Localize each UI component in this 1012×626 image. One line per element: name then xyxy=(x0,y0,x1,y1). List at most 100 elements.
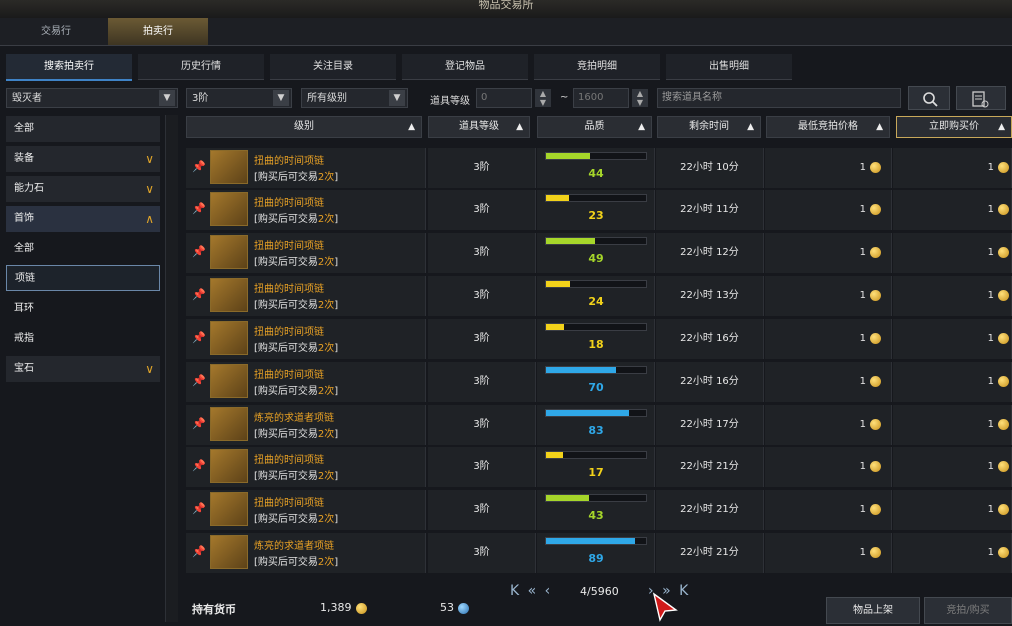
tab-sale-details[interactable]: 出售明细 xyxy=(666,54,792,80)
pin-icon[interactable]: 📌 xyxy=(192,331,206,344)
tab-register-item[interactable]: 登记物品 xyxy=(402,54,528,80)
pin-icon[interactable]: 📌 xyxy=(192,160,206,173)
quality-cell: 18 xyxy=(537,319,655,359)
tab-auction[interactable]: 拍卖行 xyxy=(108,18,208,45)
pin-icon[interactable]: 📌 xyxy=(192,459,206,472)
sidebar-subitem-necklace[interactable]: 项链 xyxy=(6,265,160,291)
prev-fast-button[interactable]: « xyxy=(528,583,539,599)
header-remaining-time[interactable]: 剩余时间 ▲ xyxy=(657,116,761,138)
quality-bar-fill xyxy=(546,410,629,416)
grade-select[interactable]: 所有级别 ▼ xyxy=(301,88,408,108)
currency-label: 持有货币 xyxy=(192,603,236,616)
item-name-cell: 📌 扭曲的时间项链 [购买后可交易2次] xyxy=(186,148,426,188)
sidebar-item-all[interactable]: 全部 xyxy=(6,116,160,142)
min-bid-price: 1 xyxy=(765,447,891,487)
necklace-icon xyxy=(210,492,248,526)
table-row[interactable]: 📌 扭曲的时间项链 [购买后可交易2次] 3阶 43 22小时 21分 1 1 xyxy=(186,490,1012,530)
item-level-max-input[interactable]: 1600 xyxy=(573,88,629,108)
sidebar-item-label: 戒指 xyxy=(14,333,34,344)
table-row[interactable]: 📌 炼亮的求道者项链 [购买后可交易2次] 3阶 83 22小时 17分 1 1 xyxy=(186,405,1012,445)
min-bid-cell: 1 xyxy=(765,490,892,530)
item-level-min-input[interactable]: 0 xyxy=(476,88,532,108)
header-item-level[interactable]: 道具等级 ▲ xyxy=(428,116,530,138)
first-page-button[interactable]: K xyxy=(510,583,521,599)
min-bid-value: 1 xyxy=(859,247,866,258)
min-bid-price: 1 xyxy=(765,405,891,445)
min-bid-cell: 1 xyxy=(765,276,892,316)
table-row[interactable]: 📌 扭曲的时间项链 [购买后可交易2次] 3阶 17 22小时 21分 1 1 xyxy=(186,447,1012,487)
header-buy-now-price[interactable]: 立即购买价 ▲ xyxy=(896,116,1012,138)
tab-bid-details[interactable]: 竞拍明细 xyxy=(534,54,660,80)
tab-price-history[interactable]: 历史行情 xyxy=(138,54,264,80)
sidebar-subitem-earring[interactable]: 耳环 xyxy=(6,296,160,322)
table-row[interactable]: 📌 炼亮的求道者项链 [购买后可交易2次] 3阶 89 22小时 21分 1 1 xyxy=(186,533,1012,573)
sidebar-subitem-ring[interactable]: 戒指 xyxy=(6,326,160,352)
sidebar-subitem-all[interactable]: 全部 xyxy=(6,236,160,262)
tab-exchange[interactable]: 交易行 xyxy=(6,18,106,45)
buy-now-price: 1 xyxy=(893,447,1011,487)
item-level-max-stepper[interactable]: ▲ ▼ xyxy=(632,89,648,107)
item-name-cell: 📌 扭曲的时间项链 [购买后可交易2次] xyxy=(186,319,426,359)
min-bid-cell: 1 xyxy=(765,447,892,487)
gold-coin-icon xyxy=(998,460,1009,472)
necklace-icon xyxy=(210,449,248,483)
bid-buy-button[interactable]: 竞拍/购买 xyxy=(924,597,1012,624)
buy-now-value: 1 xyxy=(987,333,994,344)
pin-icon[interactable]: 📌 xyxy=(192,202,206,215)
search-button[interactable] xyxy=(908,86,950,110)
item-name: 炼亮的求道者项链 xyxy=(254,413,334,424)
quality-bar xyxy=(545,537,647,545)
item-level-min-stepper[interactable]: ▲ ▼ xyxy=(535,89,551,107)
sort-asc-icon: ▲ xyxy=(747,122,754,132)
tab-search-auction[interactable]: 搜索拍卖行 xyxy=(6,54,132,81)
class-select[interactable]: 毁灭者 ▼ xyxy=(6,88,178,108)
tier-select[interactable]: 3阶 ▼ xyxy=(186,88,292,108)
trade-limit-text: [购买后可交易 xyxy=(254,172,318,183)
trade-limit-note: [购买后可交易2次] xyxy=(254,210,338,225)
table-row[interactable]: 📌 扭曲的时间项链 [购买后可交易2次] 3阶 44 22小时 10分 1 1 xyxy=(186,148,1012,188)
sidebar-item-equipment[interactable]: 装备 ∨ xyxy=(6,146,160,172)
header-quality[interactable]: 品质 ▲ xyxy=(537,116,652,138)
pin-icon[interactable]: 📌 xyxy=(192,245,206,258)
header-min-bid[interactable]: 最低竞拍价格 ▲ xyxy=(766,116,890,138)
remaining-time-cell: 22小时 12分 xyxy=(656,233,764,273)
tab-watchlist[interactable]: 关注目录 xyxy=(270,54,396,80)
gold-coin-icon xyxy=(998,289,1009,301)
pin-icon[interactable]: 📌 xyxy=(192,288,206,301)
sidebar-item-gem[interactable]: 宝石 ∨ xyxy=(6,356,160,382)
quality-cell: 89 xyxy=(537,533,655,573)
item-level-cell: 3阶 xyxy=(428,533,536,573)
prev-page-button[interactable]: ‹ xyxy=(545,583,553,599)
header-label: 最低竞拍价格 xyxy=(798,121,858,132)
window-title: 物品交易所 xyxy=(478,0,534,11)
buy-now-cell: 1 xyxy=(893,276,1012,316)
min-bid-cell: 1 xyxy=(765,190,892,230)
table-row[interactable]: 📌 扭曲的时间项链 [购买后可交易2次] 3阶 70 22小时 16分 1 1 xyxy=(186,362,1012,402)
remaining-time-cell: 22小时 21分 xyxy=(656,533,764,573)
table-row[interactable]: 📌 扭曲的时间项链 [购买后可交易2次] 3阶 23 22小时 11分 1 1 xyxy=(186,190,1012,230)
item-tier: 3阶 xyxy=(473,461,490,472)
buy-now-price: 1 xyxy=(893,362,1011,402)
trade-limit-bracket: ] xyxy=(334,343,339,354)
list-item-button[interactable]: 物品上架 xyxy=(826,597,920,624)
class-select-value: 毁灭者 xyxy=(12,93,42,104)
table-row[interactable]: 📌 扭曲的时间项链 [购买后可交易2次] 3阶 49 22小时 12分 1 1 xyxy=(186,233,1012,273)
item-name-cell: 📌 扭曲的时间项链 [购买后可交易2次] xyxy=(186,276,426,316)
search-input[interactable]: 搜索道具名称 xyxy=(657,88,901,108)
pin-icon[interactable]: 📌 xyxy=(192,545,206,558)
min-bid-cell: 1 xyxy=(765,533,892,573)
quality-bar xyxy=(545,366,647,374)
sidebar-item-accessories[interactable]: 首饰 ∧ xyxy=(6,206,160,232)
pin-icon[interactable]: 📌 xyxy=(192,502,206,515)
min-bid-price: 1 xyxy=(765,533,891,573)
sidebar-scrollbar[interactable] xyxy=(165,115,178,622)
table-row[interactable]: 📌 扭曲的时间项链 [购买后可交易2次] 3阶 18 22小时 16分 1 1 xyxy=(186,319,1012,359)
pin-icon[interactable]: 📌 xyxy=(192,417,206,430)
pin-icon[interactable]: 📌 xyxy=(192,374,206,387)
table-row[interactable]: 📌 扭曲的时间项链 [购买后可交易2次] 3阶 24 22小时 13分 1 1 xyxy=(186,276,1012,316)
gold-coin-icon xyxy=(355,602,367,614)
sidebar-item-ability-stone[interactable]: 能力石 ∨ xyxy=(6,176,160,202)
min-bid-value: 1 xyxy=(859,461,866,472)
header-grade[interactable]: 级别 ▲ xyxy=(186,116,422,138)
advanced-search-button[interactable] xyxy=(956,86,1006,110)
